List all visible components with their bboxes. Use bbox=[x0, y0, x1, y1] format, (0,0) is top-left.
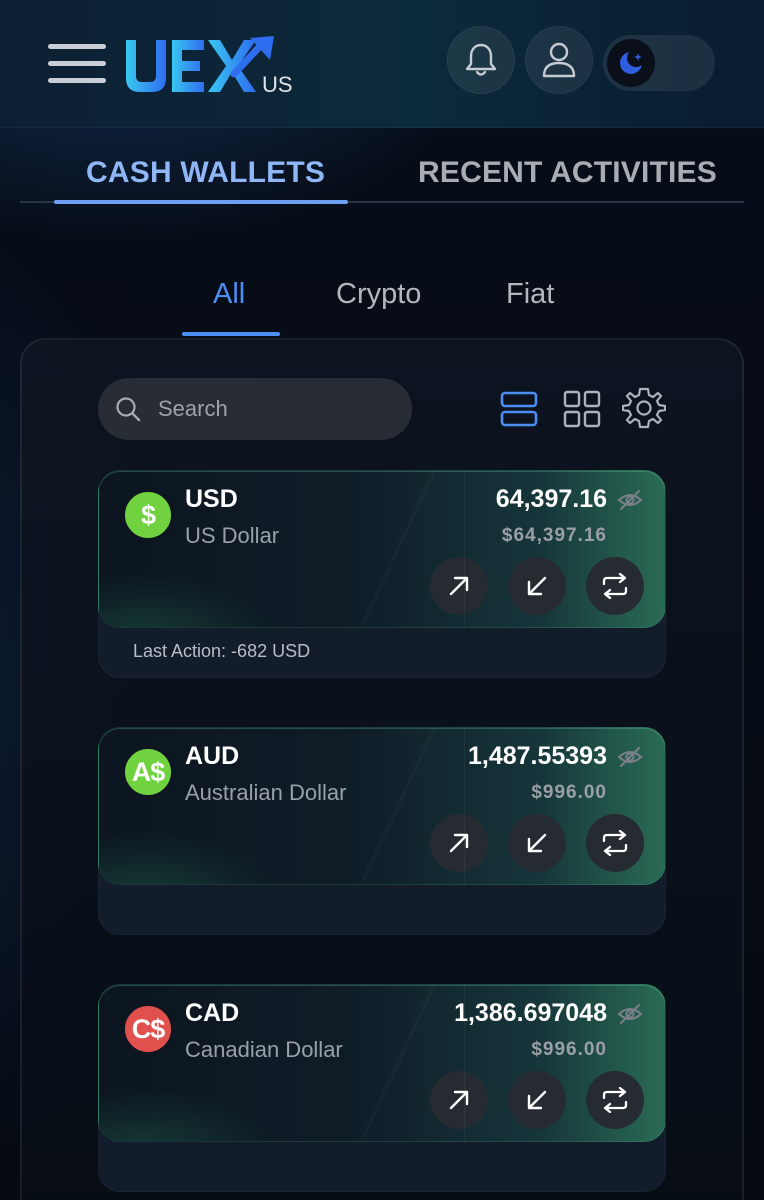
arrow-up-right-icon bbox=[449, 576, 469, 596]
swap-icon bbox=[602, 830, 628, 856]
arrow-up-right-icon bbox=[449, 1090, 469, 1110]
currency-name: Australian Dollar bbox=[185, 780, 347, 805]
hide-balance-icon[interactable] bbox=[617, 489, 643, 511]
currency-name: US Dollar bbox=[185, 523, 280, 548]
balance-amount: 1,487.55393 bbox=[467, 742, 607, 770]
filter-tab-fiat[interactable]: Fiat bbox=[506, 278, 554, 311]
app-header: US bbox=[0, 0, 764, 128]
currency-name: Canadian Dollar bbox=[185, 1037, 343, 1062]
logo-region-label: US bbox=[262, 72, 293, 97]
arrow-up-right-icon bbox=[449, 833, 469, 853]
currency-icon: A$ bbox=[122, 746, 174, 798]
list-view-icon[interactable] bbox=[500, 390, 538, 428]
swap-icon bbox=[602, 573, 628, 599]
search-input[interactable]: Search bbox=[98, 378, 412, 440]
hide-balance-icon[interactable] bbox=[617, 1003, 643, 1025]
active-filter-indicator bbox=[182, 332, 280, 336]
usd-equivalent: $996.00 bbox=[531, 782, 607, 803]
card-body: A$ AUD Australian Dollar 1,487.55393 $99… bbox=[98, 727, 666, 885]
arrow-down-left-icon bbox=[527, 833, 547, 853]
settings-icon[interactable] bbox=[622, 386, 666, 430]
arrow-down-left-icon bbox=[527, 1090, 547, 1110]
moon-icon bbox=[620, 49, 645, 74]
usd-equivalent: $64,397.16 bbox=[501, 525, 607, 546]
profile-button[interactable] bbox=[525, 26, 593, 94]
balance-amount: 1,386.697048 bbox=[454, 999, 607, 1027]
hide-balance-icon[interactable] bbox=[617, 746, 643, 768]
filter-tab-all[interactable]: All bbox=[213, 278, 245, 311]
user-icon bbox=[542, 42, 576, 78]
search-icon bbox=[116, 397, 141, 422]
card-body: C$ CAD Canadian Dollar 1,386.697048 $996… bbox=[98, 984, 666, 1142]
currency-code: CAD bbox=[185, 999, 240, 1027]
search-placeholder: Search bbox=[158, 396, 228, 421]
tab-recent-activities[interactable]: RECENT ACTIVITIES bbox=[418, 156, 717, 190]
active-tab-indicator bbox=[54, 200, 348, 204]
theme-toggle[interactable] bbox=[603, 35, 715, 91]
card-body: $ USD US Dollar 64,397.16 $64,397.16 bbox=[98, 470, 666, 628]
receive-button[interactable] bbox=[508, 557, 566, 615]
wallet-card-cad[interactable]: C$ CAD Canadian Dollar 1,386.697048 $996… bbox=[98, 984, 666, 1192]
theme-toggle-knob bbox=[607, 39, 655, 87]
balance-amount: 64,397.16 bbox=[495, 485, 607, 513]
wallet-card-aud[interactable]: A$ AUD Australian Dollar 1,487.55393 $99… bbox=[98, 727, 666, 935]
currency-code: USD bbox=[185, 485, 238, 513]
send-button[interactable] bbox=[430, 814, 488, 872]
wallet-card-usd[interactable]: Last Action: -682 USD $ USD US Dollar 64… bbox=[98, 470, 666, 678]
currency-icon: C$ bbox=[122, 1003, 174, 1055]
swap-button[interactable] bbox=[586, 814, 644, 872]
send-button[interactable] bbox=[430, 557, 488, 615]
receive-button[interactable] bbox=[508, 1071, 566, 1129]
notifications-button[interactable] bbox=[447, 26, 515, 94]
tab-cash-wallets[interactable]: CASH WALLETS bbox=[86, 156, 325, 190]
last-action-text: Last Action: -682 USD bbox=[133, 641, 311, 661]
swap-button[interactable] bbox=[586, 1071, 644, 1129]
filter-tabs: All Crypto Fiat bbox=[0, 262, 764, 342]
filter-tab-crypto[interactable]: Crypto bbox=[336, 278, 421, 311]
main-tabs: CASH WALLETS RECENT ACTIVITIES bbox=[20, 128, 744, 206]
currency-code: AUD bbox=[185, 742, 240, 770]
receive-button[interactable] bbox=[508, 814, 566, 872]
usd-equivalent: $996.00 bbox=[531, 1039, 607, 1060]
send-button[interactable] bbox=[430, 1071, 488, 1129]
menu-icon[interactable] bbox=[48, 44, 106, 84]
swap-icon bbox=[602, 1087, 628, 1113]
bell-icon bbox=[465, 43, 497, 76]
swap-button[interactable] bbox=[586, 557, 644, 615]
currency-icon: $ bbox=[122, 489, 174, 541]
arrow-down-left-icon bbox=[527, 576, 547, 596]
grid-view-icon[interactable] bbox=[563, 390, 601, 428]
